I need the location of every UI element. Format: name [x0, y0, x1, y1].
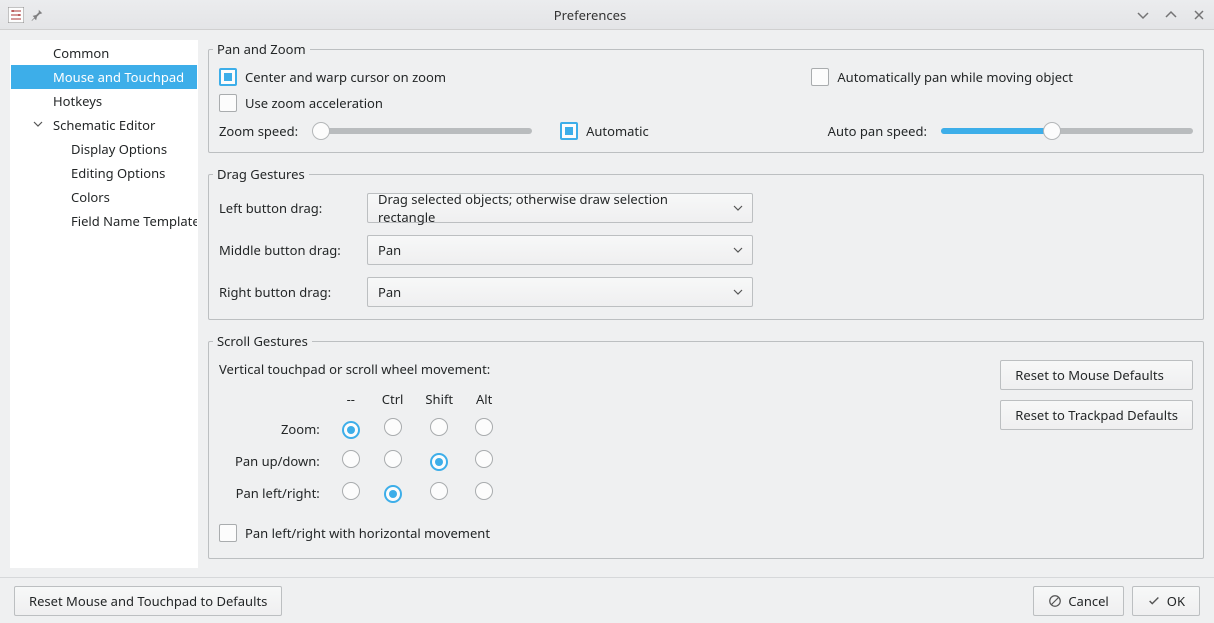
radio-zoom-shift[interactable]: [430, 418, 448, 436]
checkbox-checked-icon: [219, 68, 237, 86]
center-warp-checkbox[interactable]: Center and warp cursor on zoom: [219, 68, 446, 86]
checkbox-checked-icon: [560, 122, 578, 140]
scroll-modifier-table: -- Ctrl Shift Alt Zoom:: [219, 384, 505, 510]
row-pan-lr-label: Pan left/right:: [221, 478, 330, 508]
panzoom-group: Pan and Zoom Center and warp cursor on z…: [208, 40, 1204, 153]
sidebar-item-display-options[interactable]: Display Options: [11, 137, 197, 161]
chevron-down-icon[interactable]: [31, 117, 45, 131]
auto-pan-speed-label: Auto pan speed:: [828, 122, 927, 140]
radio-panlr-none[interactable]: [342, 482, 360, 500]
radio-panud-alt[interactable]: [475, 450, 493, 468]
right-drag-select[interactable]: Pan: [367, 277, 753, 307]
reset-mouse-defaults-button[interactable]: Reset to Mouse Defaults: [1000, 360, 1193, 390]
zoom-speed-slider[interactable]: [312, 128, 532, 134]
pin-icon[interactable]: [30, 8, 44, 22]
use-zoom-accel-checkbox[interactable]: Use zoom acceleration: [219, 94, 383, 112]
chevron-down-icon: [732, 286, 744, 298]
sidebar-item-hotkeys[interactable]: Hotkeys: [11, 89, 197, 113]
sidebar-item-common[interactable]: Common: [11, 41, 197, 65]
cancel-icon: [1048, 594, 1062, 608]
reset-page-defaults-button[interactable]: Reset Mouse and Touchpad to Defaults: [14, 586, 282, 616]
dialog-footer: Reset Mouse and Touchpad to Defaults Can…: [0, 577, 1214, 623]
maximize-icon[interactable]: [1164, 8, 1178, 22]
zoom-speed-automatic-checkbox[interactable]: Automatic: [560, 122, 649, 140]
col-alt: Alt: [465, 386, 503, 412]
radio-panud-ctrl[interactable]: [384, 450, 402, 468]
col-ctrl: Ctrl: [372, 386, 414, 412]
sidebar-item-editing-options[interactable]: Editing Options: [11, 161, 197, 185]
radio-panud-shift[interactable]: [430, 453, 448, 471]
row-pan-ud-label: Pan up/down:: [221, 446, 330, 476]
cancel-button[interactable]: Cancel: [1033, 586, 1123, 616]
sidebar-item-schematic-editor[interactable]: Schematic Editor: [11, 113, 197, 137]
col-shift: Shift: [415, 386, 463, 412]
scroll-gestures-group: Scroll Gestures Vertical touchpad or scr…: [208, 332, 1204, 559]
drag-gestures-group: Drag Gestures Left button drag: Drag sel…: [208, 165, 1204, 320]
left-drag-select[interactable]: Drag selected objects; otherwise draw se…: [367, 193, 753, 223]
radio-panlr-ctrl[interactable]: [384, 485, 402, 503]
minimize-icon[interactable]: [1136, 8, 1150, 22]
ok-button[interactable]: OK: [1132, 586, 1200, 616]
middle-drag-select[interactable]: Pan: [367, 235, 753, 265]
checkbox-icon: [219, 94, 237, 112]
sidebar-item-colors[interactable]: Colors: [11, 185, 197, 209]
scroll-legend: Scroll Gestures: [213, 332, 312, 350]
col-none: --: [332, 386, 370, 412]
titlebar: Preferences: [0, 0, 1214, 30]
radio-zoom-none[interactable]: [342, 421, 360, 439]
category-tree[interactable]: Common Mouse and Touchpad Hotkeys Schema…: [10, 40, 198, 568]
radio-panlr-shift[interactable]: [430, 482, 448, 500]
pan-lr-horizontal-checkbox[interactable]: Pan left/right with horizontal movement: [219, 524, 490, 542]
window-title: Preferences: [44, 6, 1136, 24]
chevron-down-icon: [732, 244, 744, 256]
middle-drag-label: Middle button drag:: [219, 241, 359, 259]
app-icon: [8, 7, 24, 23]
chevron-down-icon: [732, 202, 744, 214]
checkbox-icon: [219, 524, 237, 542]
checkbox-icon: [811, 68, 829, 86]
auto-pan-speed-slider[interactable]: [941, 128, 1193, 134]
content-panel: Pan and Zoom Center and warp cursor on z…: [208, 40, 1204, 568]
check-icon: [1147, 594, 1161, 608]
right-drag-label: Right button drag:: [219, 283, 359, 301]
auto-pan-moving-checkbox[interactable]: Automatically pan while moving object: [811, 68, 1073, 86]
radio-panud-none[interactable]: [342, 450, 360, 468]
sidebar-item-field-name-templates[interactable]: Field Name Templates: [11, 209, 197, 233]
zoom-speed-label: Zoom speed:: [219, 122, 298, 140]
reset-trackpad-defaults-button[interactable]: Reset to Trackpad Defaults: [1000, 400, 1193, 430]
sidebar-item-mouse-touchpad[interactable]: Mouse and Touchpad: [11, 65, 197, 89]
panzoom-legend: Pan and Zoom: [213, 40, 310, 58]
drag-legend: Drag Gestures: [213, 165, 309, 183]
radio-panlr-alt[interactable]: [475, 482, 493, 500]
scroll-intro: Vertical touchpad or scroll wheel moveme…: [219, 360, 505, 378]
close-icon[interactable]: [1192, 8, 1206, 22]
radio-zoom-ctrl[interactable]: [384, 418, 402, 436]
radio-zoom-alt[interactable]: [475, 418, 493, 436]
row-zoom-label: Zoom:: [221, 414, 330, 444]
left-drag-label: Left button drag:: [219, 199, 359, 217]
